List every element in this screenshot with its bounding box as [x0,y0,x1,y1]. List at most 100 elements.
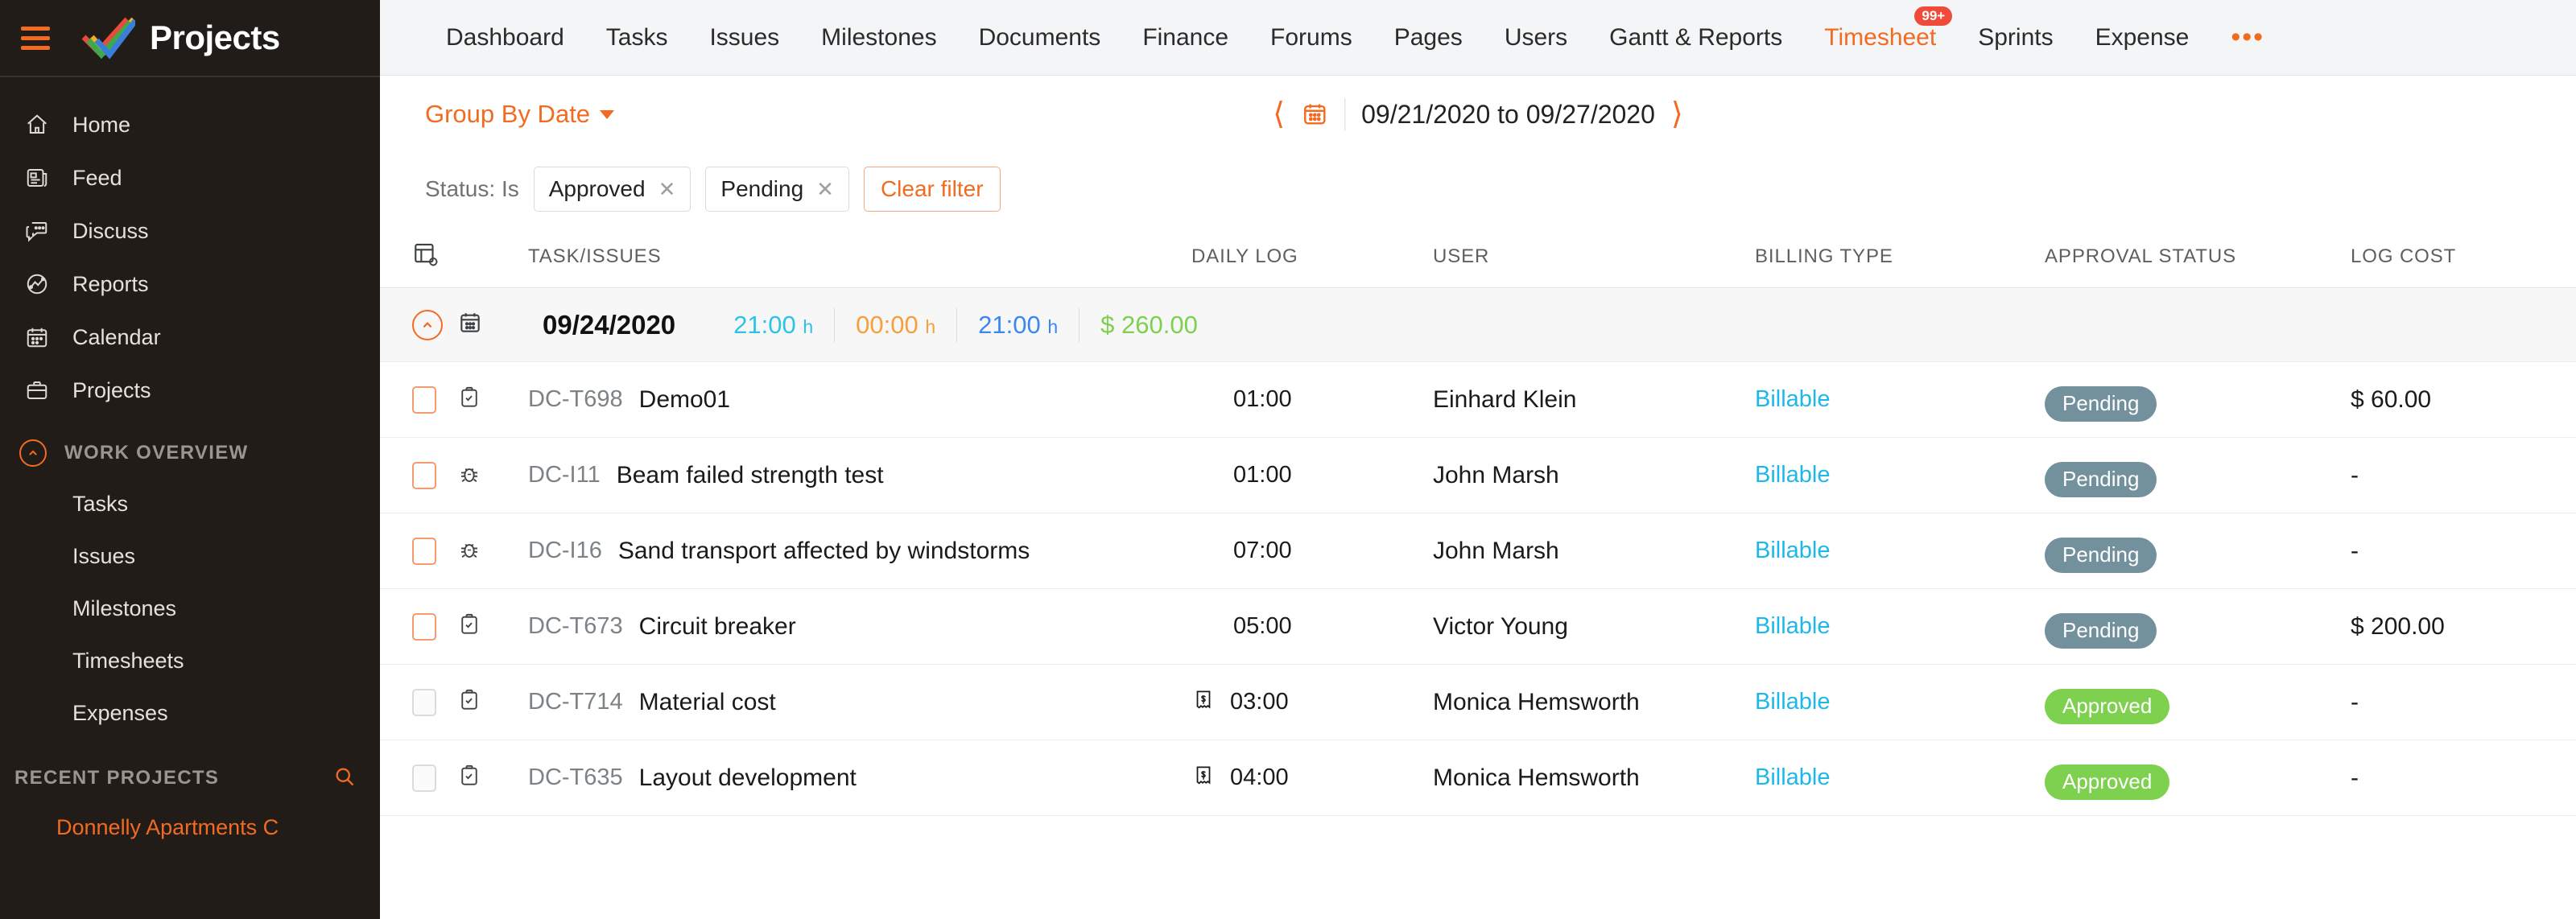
row-task-name[interactable]: Beam failed strength test [617,462,884,489]
sidebar: Projects Home Feed Discuss Reports Calen… [0,0,380,919]
column-header-task-issues[interactable]: TASK/ISSUES [517,245,1191,268]
sidebar-recent-project[interactable]: Donnelly Apartments C [0,802,380,852]
row-billing-type[interactable]: Billable [1755,613,1831,639]
date-range-text: 09/21/2020 to 09/27/2020 [1361,99,1655,129]
column-header-approval-status[interactable]: APPROVAL STATUS [2045,245,2351,268]
tab-documents[interactable]: Documents [958,24,1122,52]
row-billing-cell: Billable [1755,538,2045,564]
row-checkbox[interactable] [412,537,436,565]
filter-chip-pending[interactable]: Pending ✕ [705,167,849,212]
sidebar-item-timesheets[interactable]: Timesheets [0,635,380,687]
sidebar-item-tasks[interactable]: Tasks [0,478,380,530]
app-root: Projects Home Feed Discuss Reports Calen… [0,0,2576,919]
tab-forums[interactable]: Forums [1249,24,1373,52]
row-task-name[interactable]: Circuit breaker [639,613,796,641]
sidebar-section-work-overview[interactable]: WORK OVERVIEW [0,428,380,478]
row-task-name[interactable]: Sand transport affected by windstorms [618,538,1030,565]
sidebar-item-calendar[interactable]: Calendar [0,311,380,364]
table-row[interactable]: DC-T673 Circuit breaker 05:00 Victor You… [380,589,2576,665]
table-row[interactable]: DC-T714 Material cost 03:00 Monica Hemsw… [380,665,2576,740]
row-billing-type[interactable]: Billable [1755,764,1831,790]
tab-dashboard[interactable]: Dashboard [425,24,585,52]
row-checkbox[interactable] [412,612,436,641]
table-row[interactable]: DC-I11 Beam failed strength test 01:00 J… [380,438,2576,513]
sidebar-item-discuss[interactable]: Discuss [0,204,380,258]
row-daily-log-cell: 01:00 [1191,462,1433,488]
column-header-daily-log[interactable]: DAILY LOG [1191,245,1433,268]
ellipsis-icon[interactable]: ••• [2210,23,2285,52]
tab-tasks[interactable]: Tasks [585,24,689,52]
sidebar-item-issues[interactable]: Issues [0,530,380,583]
close-icon[interactable]: ✕ [816,177,834,202]
tab-users[interactable]: Users [1484,24,1588,52]
calendar-icon[interactable] [1301,101,1328,128]
row-billing-cell: Billable [1755,764,2045,791]
column-header-log-cost[interactable]: LOG COST [2351,245,2576,268]
group-collapse-cell [380,309,457,340]
status-badge[interactable]: Pending [2045,612,2157,649]
row-task-name[interactable]: Layout development [639,764,857,792]
status-badge[interactable]: Approved [2045,688,2170,724]
row-checkbox[interactable] [412,764,436,792]
sidebar-item-home[interactable]: Home [0,98,380,151]
row-checkbox[interactable] [412,461,436,489]
column-header-billing-type[interactable]: BILLING TYPE [1755,245,2045,268]
chevron-up-circle-icon[interactable] [412,309,443,340]
briefcase-icon [19,377,55,404]
task-clipboard-icon [457,688,481,716]
status-badge[interactable]: Pending [2045,537,2157,573]
row-billing-type[interactable]: Billable [1755,689,1831,715]
stat-unit: h [803,315,814,337]
stat-value: $ 260.00 [1100,310,1198,339]
chevron-right-icon[interactable]: ⟩ [1671,99,1683,130]
tab-expense[interactable]: Expense [2074,24,2211,52]
tab-finance[interactable]: Finance [1121,24,1249,52]
close-icon[interactable]: ✕ [658,177,676,202]
row-task-name[interactable]: Demo01 [639,386,730,414]
row-approval-cell: Pending [2045,605,2351,649]
row-billing-type[interactable]: Billable [1755,462,1831,488]
table-row[interactable]: DC-T635 Layout development 04:00 Monica … [380,740,2576,816]
bug-issue-icon [457,461,481,489]
chevron-left-icon[interactable]: ⟨ [1273,99,1285,130]
column-header-user[interactable]: USER [1433,245,1755,268]
row-user: Monica Hemsworth [1433,764,1640,791]
sidebar-item-feed[interactable]: Feed [0,151,380,204]
table-row[interactable]: DC-T698 Demo01 01:00 Einhard Klein Billa… [380,362,2576,438]
tab-milestones[interactable]: Milestones [800,24,957,52]
clear-filter-button[interactable]: Clear filter [863,167,1001,212]
chevron-down-icon [600,109,615,119]
group-by-dropdown[interactable]: Group By Date [425,100,615,129]
row-billing-type[interactable]: Billable [1755,538,1831,563]
row-checkbox[interactable] [412,385,436,414]
table-column-settings-icon[interactable] [412,241,440,272]
status-badge[interactable]: Pending [2045,385,2157,422]
table-row[interactable]: DC-I16 Sand transport affected by windst… [380,513,2576,589]
toolbar: Group By Date ⟨ 09/21/2020 to 09/27/2020… [380,76,2576,153]
hamburger-menu-icon[interactable] [21,26,56,50]
row-log-cost: $ 200.00 [2351,612,2445,640]
tab-sprints[interactable]: Sprints [1957,24,2074,52]
row-billing-type[interactable]: Billable [1755,386,1831,412]
filter-chip-approved[interactable]: Approved ✕ [533,167,691,212]
row-approval-cell: Pending [2045,454,2351,497]
row-checkbox[interactable] [412,688,436,716]
tab-label: Expense [2095,23,2190,51]
sidebar-item-reports[interactable]: Reports [0,258,380,311]
row-billing-cell: Billable [1755,462,2045,488]
status-badge[interactable]: Approved [2045,764,2170,800]
status-badge[interactable]: Pending [2045,461,2157,497]
group-stat-total-hours: 21:00 h [957,311,1079,340]
tab-label: Gantt & Reports [1609,23,1783,51]
tab-label: Users [1504,23,1568,51]
row-task-name[interactable]: Material cost [639,689,776,716]
tab-gantt-reports[interactable]: Gantt & Reports [1588,24,1803,52]
tab-timesheet[interactable]: Timesheet 99+ [1803,6,1957,52]
sidebar-item-projects[interactable]: Projects [0,364,380,417]
tab-pages[interactable]: Pages [1373,24,1484,52]
sidebar-item-milestones[interactable]: Milestones [0,583,380,635]
row-checkbox-cell [380,612,457,641]
search-icon[interactable] [333,765,356,792]
tab-issues[interactable]: Issues [688,24,800,52]
sidebar-item-expenses[interactable]: Expenses [0,687,380,740]
